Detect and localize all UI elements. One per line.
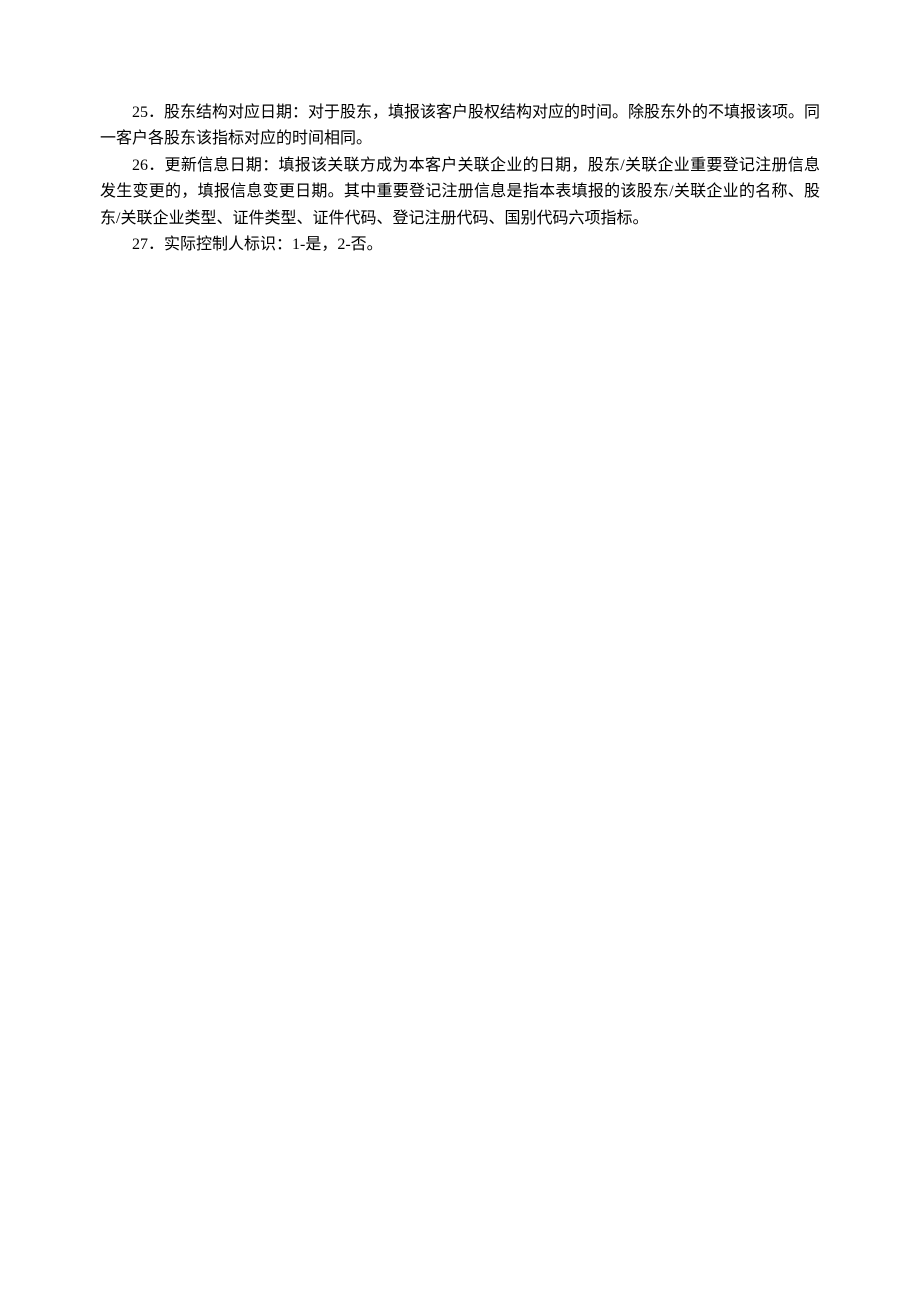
paragraph-25: 25．股东结构对应日期：对于股东，填报该客户股权结构对应的时间。除股东外的不填报… xyxy=(100,100,820,153)
paragraph-27: 27．实际控制人标识：1-是，2-否。 xyxy=(100,232,820,258)
paragraph-26: 26．更新信息日期：填报该关联方成为本客户关联企业的日期，股东/关联企业重要登记… xyxy=(100,153,820,232)
document-body: 25．股东结构对应日期：对于股东，填报该客户股权结构对应的时间。除股东外的不填报… xyxy=(100,100,820,258)
